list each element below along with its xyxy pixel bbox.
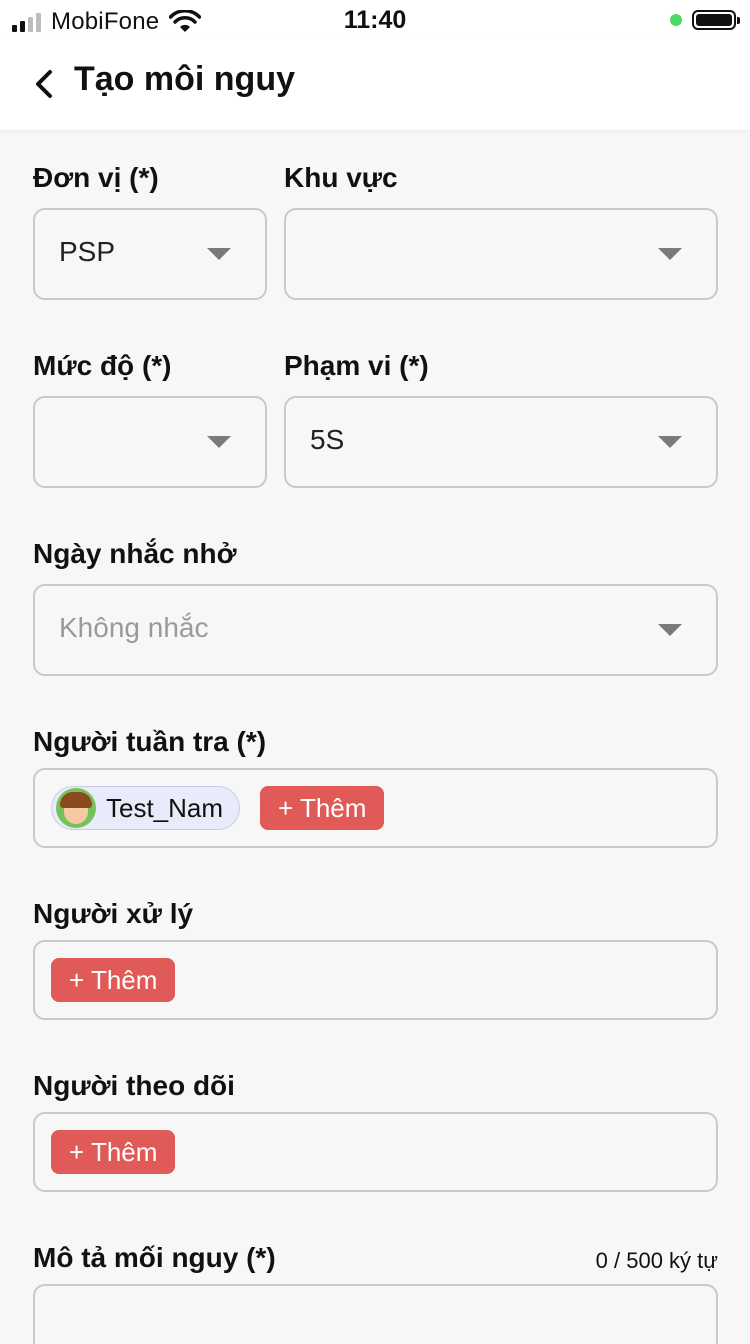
status-right xyxy=(670,10,740,30)
nguoi-xu-ly-label: Người xử lý xyxy=(33,898,194,929)
caret-down-icon xyxy=(207,248,231,260)
muc-do-label: Mức độ (*) xyxy=(33,350,172,381)
pham-vi-value: 5S xyxy=(310,424,345,455)
don-vi-select[interactable]: PSP xyxy=(33,208,267,300)
char-counter: 0 / 500 ký tự xyxy=(595,1248,718,1273)
back-chevron-icon[interactable] xyxy=(30,64,60,104)
don-vi-label: Đơn vị (*) xyxy=(33,162,159,193)
mo-ta-label: Mô tả mối nguy (*) xyxy=(33,1242,276,1273)
activity-dot-icon xyxy=(670,14,682,26)
page-title: Tạo môi nguy xyxy=(74,60,295,98)
status-time: 11:40 xyxy=(343,6,407,34)
ngay-nhac-nho-placeholder: Không nhắc xyxy=(59,612,209,643)
add-follower-button[interactable]: + Thêm xyxy=(51,1130,176,1174)
muc-do-select[interactable] xyxy=(33,396,267,488)
mo-ta-textarea[interactable] xyxy=(33,1284,718,1344)
khu-vuc-label: Khu vực xyxy=(284,162,398,193)
pham-vi-label: Phạm vi (*) xyxy=(284,350,429,381)
caret-down-icon xyxy=(658,436,682,448)
nguoi-tuan-tra-field: Test_Nam + Thêm xyxy=(33,768,718,848)
user-chip[interactable]: Test_Nam xyxy=(51,786,241,830)
add-handler-button[interactable]: + Thêm xyxy=(51,958,176,1002)
don-vi-value: PSP xyxy=(59,236,116,267)
ngay-nhac-nho-select[interactable]: Không nhắc xyxy=(33,584,718,676)
nav-header: Tạo môi nguy xyxy=(0,40,750,130)
status-bar: MobiFone 11:40 xyxy=(0,0,750,40)
caret-down-icon xyxy=(658,624,682,636)
boy-avatar-icon xyxy=(56,788,96,828)
add-patroller-button[interactable]: + Thêm xyxy=(260,786,385,830)
nguoi-theo-doi-label: Người theo dõi xyxy=(33,1070,235,1101)
nguoi-theo-doi-field: + Thêm xyxy=(33,1112,718,1192)
pham-vi-select[interactable]: 5S xyxy=(284,396,718,488)
ngay-nhac-nho-label: Ngày nhắc nhở xyxy=(33,538,237,569)
user-chip-name: Test_Nam xyxy=(106,792,224,823)
caret-down-icon xyxy=(207,436,231,448)
nguoi-xu-ly-field: + Thêm xyxy=(33,940,718,1020)
khu-vuc-select[interactable] xyxy=(284,208,718,300)
caret-down-icon xyxy=(658,248,682,260)
nguoi-tuan-tra-label: Người tuần tra (*) xyxy=(33,726,267,757)
battery-icon xyxy=(692,10,740,30)
